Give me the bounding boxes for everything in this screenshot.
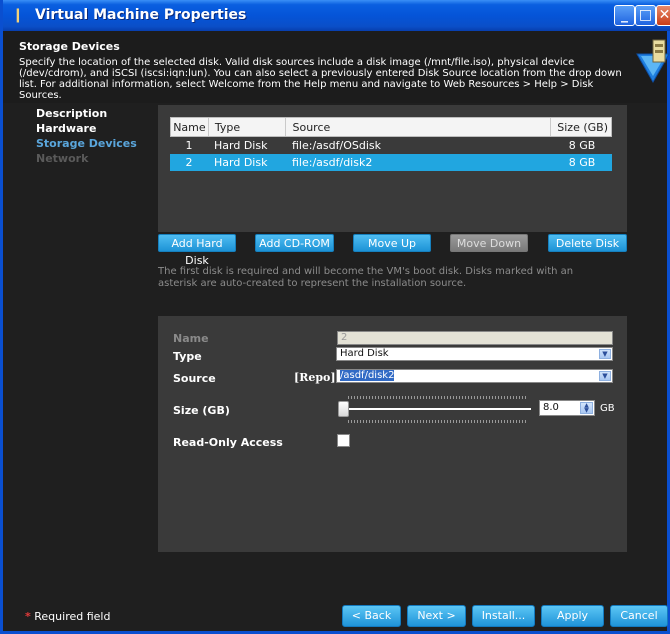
type-select[interactable]: Hard Disk ▼ (336, 347, 613, 361)
cell-size: 8 GB (568, 156, 596, 169)
size-slider-track[interactable] (344, 408, 531, 410)
size-spinner-value: 8.0 (543, 402, 559, 413)
nav-item-description[interactable]: Description (36, 106, 137, 121)
column-header-source[interactable]: Source (286, 118, 552, 136)
cell-size: 8 GB (568, 139, 596, 152)
close-button[interactable]: ✕ (656, 5, 670, 26)
nav-item-network: Network (36, 152, 89, 165)
add-hard-disk-button[interactable]: Add Hard Disk (158, 234, 236, 267)
type-select-value: Hard Disk (340, 348, 389, 359)
minimize-icon: _ (621, 7, 628, 23)
cell-name: 1 (185, 139, 193, 152)
name-field: 2 (337, 331, 613, 345)
boot-disk-note: The first disk is required and will beco… (158, 266, 574, 289)
page-title: Storage Devices (19, 40, 120, 53)
window-title: Virtual Machine Properties (35, 7, 247, 23)
size-label: Size (GB) (173, 404, 230, 417)
cell-type: Hard Disk (214, 139, 268, 152)
add-cdrom-button[interactable]: Add CD-ROM (255, 234, 334, 252)
maximize-button[interactable]: □ (635, 5, 656, 26)
repo-prefix: [Repo]: (294, 371, 340, 384)
minimize-button[interactable]: _ (614, 5, 635, 26)
apply-button[interactable]: Apply (541, 605, 604, 627)
type-label: Type (173, 350, 202, 363)
table-row-selected[interactable]: 2 Hard Disk file:/asdf/disk2 8 GB (170, 154, 612, 171)
chevron-down-icon[interactable]: ▼ (599, 371, 611, 381)
name-label: Name (173, 332, 209, 345)
column-header-size[interactable]: Size (GB) (551, 118, 611, 136)
column-header-type[interactable]: Type (209, 118, 287, 136)
move-up-button[interactable]: Move Up (353, 234, 431, 252)
slider-ticks-bottom (348, 420, 528, 423)
cell-name: 2 (185, 156, 193, 169)
delete-disk-button[interactable]: Delete Disk (548, 234, 627, 252)
source-label: Source (173, 372, 216, 385)
cell-type: Hard Disk (214, 156, 268, 169)
disk-table: Name Type Source Size (GB) 1 Hard Disk f… (170, 117, 612, 171)
move-down-button: Move Down (450, 234, 528, 252)
table-row[interactable]: 1 Hard Disk file:/asdf/OSdisk 8 GB (170, 137, 612, 154)
nav-item-storage-devices[interactable]: Storage Devices (36, 136, 137, 151)
next-button[interactable]: Next > (407, 605, 466, 627)
column-header-name[interactable]: Name (171, 118, 209, 136)
size-unit: GB (600, 403, 615, 414)
title-bar[interactable]: ❙ Virtual Machine Properties _ □ ✕ (3, 0, 670, 31)
source-input-value[interactable]: /asdf/disk2 (340, 370, 395, 381)
cancel-button[interactable]: Cancel (610, 605, 668, 627)
page-header: Storage Devices Specify the location of … (3, 31, 670, 103)
size-spinner[interactable]: 8.0 ▲ ▼ (539, 400, 595, 416)
readonly-label: Read-Only Access (173, 436, 283, 449)
nav-item-hardware[interactable]: Hardware (36, 121, 137, 136)
table-header: Name Type Source Size (GB) (170, 117, 612, 137)
disk-list-panel: Name Type Source Size (GB) 1 Hard Disk f… (158, 105, 627, 232)
cell-source: file:/asdf/OSdisk (292, 139, 381, 152)
disk-download-icon (636, 39, 670, 84)
readonly-checkbox[interactable] (337, 434, 350, 447)
wizard-nav: Description Hardware Storage Devices Net… (36, 106, 137, 166)
cell-source: file:/asdf/disk2 (292, 156, 373, 169)
required-star: * (25, 610, 31, 623)
chevron-down-icon[interactable]: ▼ (599, 349, 611, 359)
page-description: Specify the location of the selected dis… (19, 57, 622, 101)
spinner-arrows-icon[interactable]: ▲ ▼ (580, 402, 593, 414)
install-button[interactable]: Install... (472, 605, 535, 627)
back-button[interactable]: < Back (342, 605, 401, 627)
slider-ticks-top (348, 396, 528, 399)
source-combobox[interactable]: /asdf/disk2 ▼ (336, 369, 613, 383)
size-slider-thumb[interactable] (338, 401, 349, 417)
close-icon: ✕ (658, 7, 670, 23)
required-text: Required field (34, 610, 111, 623)
required-field-note: * Required field (25, 610, 110, 623)
app-window: ❙ Virtual Machine Properties _ □ ✕ Stora… (0, 0, 670, 634)
app-icon: ❙ (12, 7, 24, 23)
maximize-icon: □ (638, 7, 653, 23)
